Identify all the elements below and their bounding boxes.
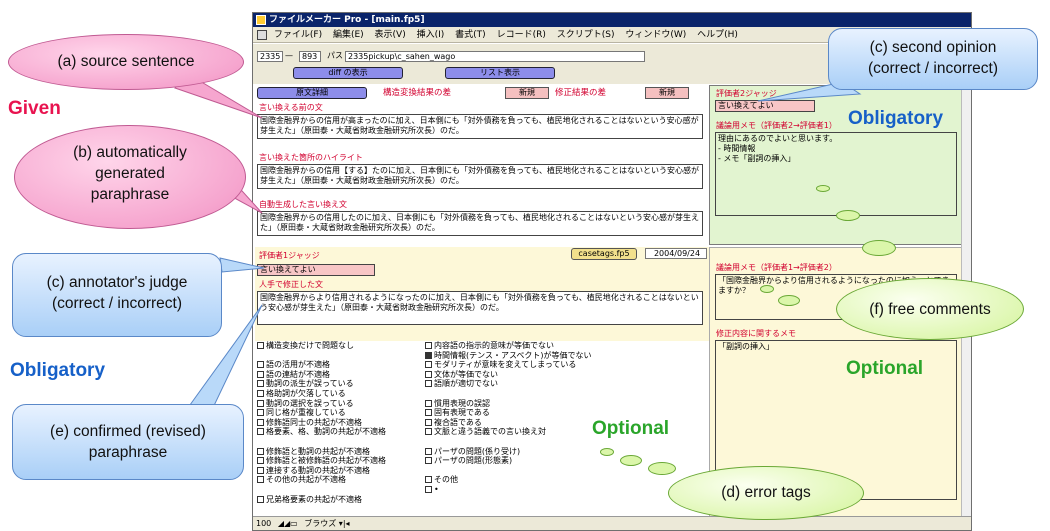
callout-source-sentence: (a) source sentence xyxy=(8,34,244,90)
callout-auto-line1: (b) automatically xyxy=(73,144,187,161)
callout-source-text: (a) source sentence xyxy=(57,53,195,70)
label-given: Given xyxy=(8,98,61,119)
callout-second-line1: (c) second opinion xyxy=(869,39,997,56)
callout-annotator-judge: (c) annotator's judge (correct / incorre… xyxy=(12,253,222,337)
thought-bubble xyxy=(600,448,614,456)
label-obligatory-left: Obligatory xyxy=(10,360,106,381)
callout-second-opinion: (c) second opinion (correct / incorrect) xyxy=(828,28,1038,90)
callout-judge-line1: (c) annotator's judge xyxy=(46,274,188,291)
callout-confirmed-line2: paraphrase xyxy=(88,444,168,461)
callout-error-tags: (d) error tags xyxy=(668,466,864,520)
callout-judge-line2: (correct / incorrect) xyxy=(51,295,183,312)
callout-confirmed-line1: (e) confirmed (revised) xyxy=(50,423,206,440)
thought-bubble xyxy=(760,285,774,293)
thought-bubble xyxy=(836,210,860,221)
thought-bubble xyxy=(816,185,830,192)
callout-auto-line2: generated xyxy=(95,165,165,182)
callout-confirmed-paraphrase: (e) confirmed (revised) paraphrase xyxy=(12,404,244,480)
callout-second-line2: (correct / incorrect) xyxy=(867,60,999,77)
thought-bubble xyxy=(620,455,642,466)
label-optional-middle: Optional xyxy=(592,418,670,439)
callout-free-text: (f) free comments xyxy=(869,301,991,318)
callout-free-comments: (f) free comments xyxy=(836,278,1024,340)
label-obligatory-right: Obligatory xyxy=(848,108,944,129)
callout-tags-text: (d) error tags xyxy=(721,484,811,501)
label-optional-right: Optional xyxy=(846,358,924,379)
callout-auto-line3: paraphrase xyxy=(90,186,170,203)
thought-bubble xyxy=(778,295,800,306)
callout-auto-paraphrase: (b) automatically generated paraphrase xyxy=(14,125,246,229)
thought-bubble xyxy=(648,462,676,475)
thought-bubble xyxy=(862,240,896,256)
